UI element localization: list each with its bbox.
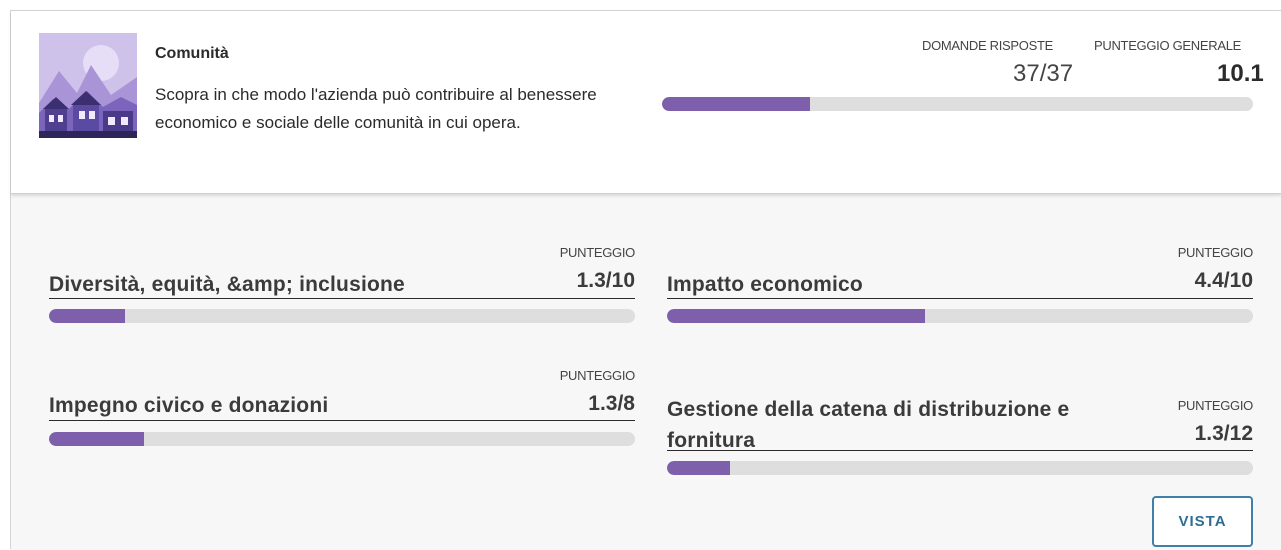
category-header: Comunità Scopra in che modo l'azienda pu… xyxy=(11,11,1281,194)
overall-score-value: 10.1 xyxy=(1217,60,1264,87)
category-card: Comunità Scopra in che modo l'azienda pu… xyxy=(10,10,1281,550)
community-illustration xyxy=(39,33,137,138)
overall-progress-bar xyxy=(662,97,1253,111)
categories-panel: PUNTEGGIO Diversità, equità, &amp; inclu… xyxy=(11,193,1281,550)
category-name[interactable]: Impatto economico xyxy=(667,273,863,297)
category-divider xyxy=(667,298,1253,299)
category-score-label: PUNTEGGIO xyxy=(1177,245,1254,260)
category-score-label: PUNTEGGIO xyxy=(559,245,636,260)
category-progress-bar xyxy=(667,309,1253,323)
category-progress-fill xyxy=(49,309,126,323)
category-name[interactable]: Diversità, equità, &amp; inclusione xyxy=(49,273,405,297)
category-progress-bar xyxy=(667,461,1253,475)
answered-value: 37/37 xyxy=(1013,60,1074,87)
category-score: 4.4/10 xyxy=(1194,269,1253,292)
category-name[interactable]: Gestione della catena di distribuzione e… xyxy=(667,394,1157,456)
category-progress-bar xyxy=(49,432,635,446)
answered-label: DOMANDE RISPOSTE xyxy=(922,38,1053,53)
overall-score-label: PUNTEGGIO GENERALE xyxy=(1094,38,1242,53)
category-progress-fill xyxy=(667,309,925,323)
overall-progress-fill xyxy=(662,97,810,111)
category-progress-fill xyxy=(667,461,731,475)
category-divider xyxy=(49,420,635,421)
view-button[interactable]: VISTA xyxy=(1152,496,1253,547)
category-description: Scopra in che modo l'azienda può contrib… xyxy=(155,85,597,132)
category-divider xyxy=(49,298,635,299)
category-name[interactable]: Impegno civico e donazioni xyxy=(49,394,328,418)
category-score: 1.3/8 xyxy=(588,392,635,415)
category-score-label: PUNTEGGIO xyxy=(559,368,636,383)
category-divider xyxy=(667,450,1253,451)
category-progress-fill xyxy=(49,432,145,446)
category-title: Comunità xyxy=(155,45,229,62)
category-score: 1.3/10 xyxy=(576,269,635,292)
category-progress-bar xyxy=(49,309,635,323)
category-score: 1.3/12 xyxy=(1194,422,1253,445)
